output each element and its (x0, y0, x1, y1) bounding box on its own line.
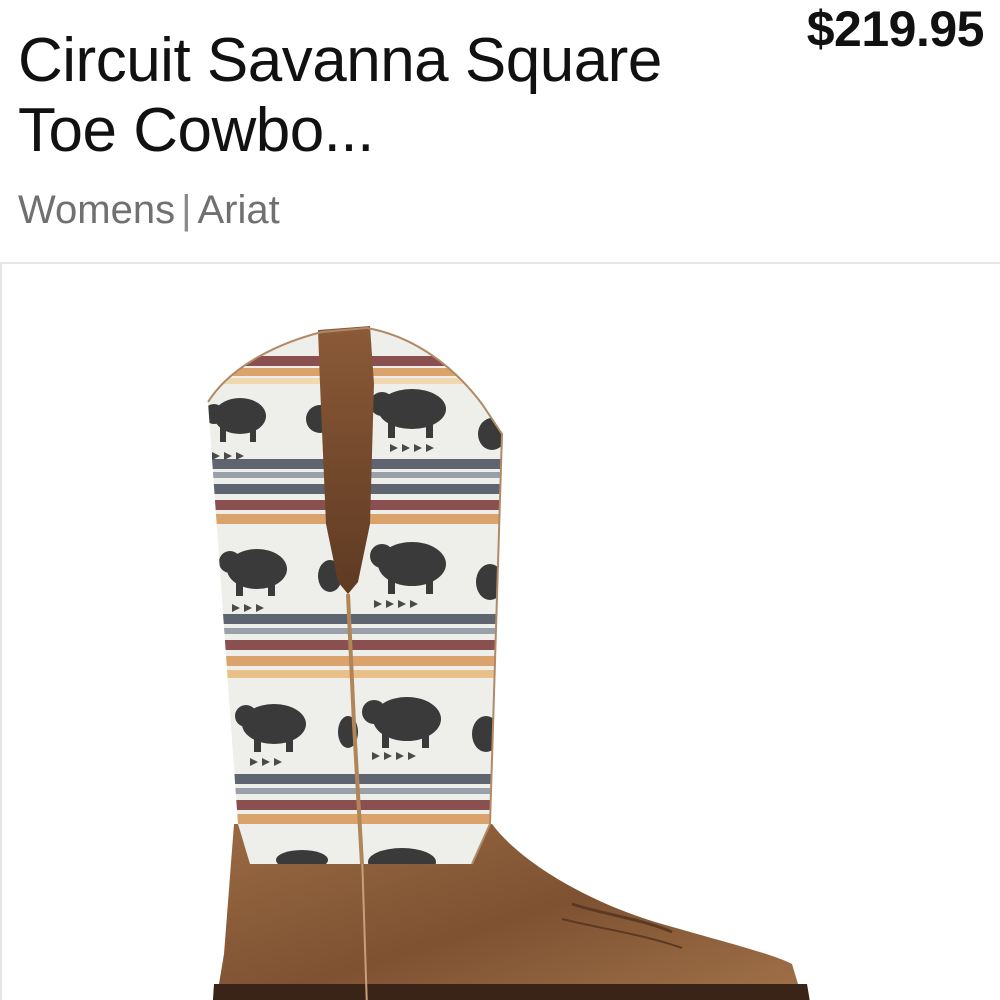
brand-link[interactable]: Ariat (197, 188, 279, 232)
boot-sole (212, 984, 810, 1000)
product-card: Circuit Savanna Square Toe Cowbo... $219… (0, 0, 1000, 1000)
product-title[interactable]: Circuit Savanna Square Toe Cowbo... (18, 26, 718, 166)
product-image[interactable] (0, 262, 1000, 1000)
product-price: $219.95 (806, 1, 985, 57)
category-link[interactable]: Womens (18, 188, 175, 232)
product-meta: Womens | Ariat (18, 186, 280, 234)
meta-separator: | (181, 188, 192, 232)
cowboy-boot-image (207, 326, 810, 1000)
